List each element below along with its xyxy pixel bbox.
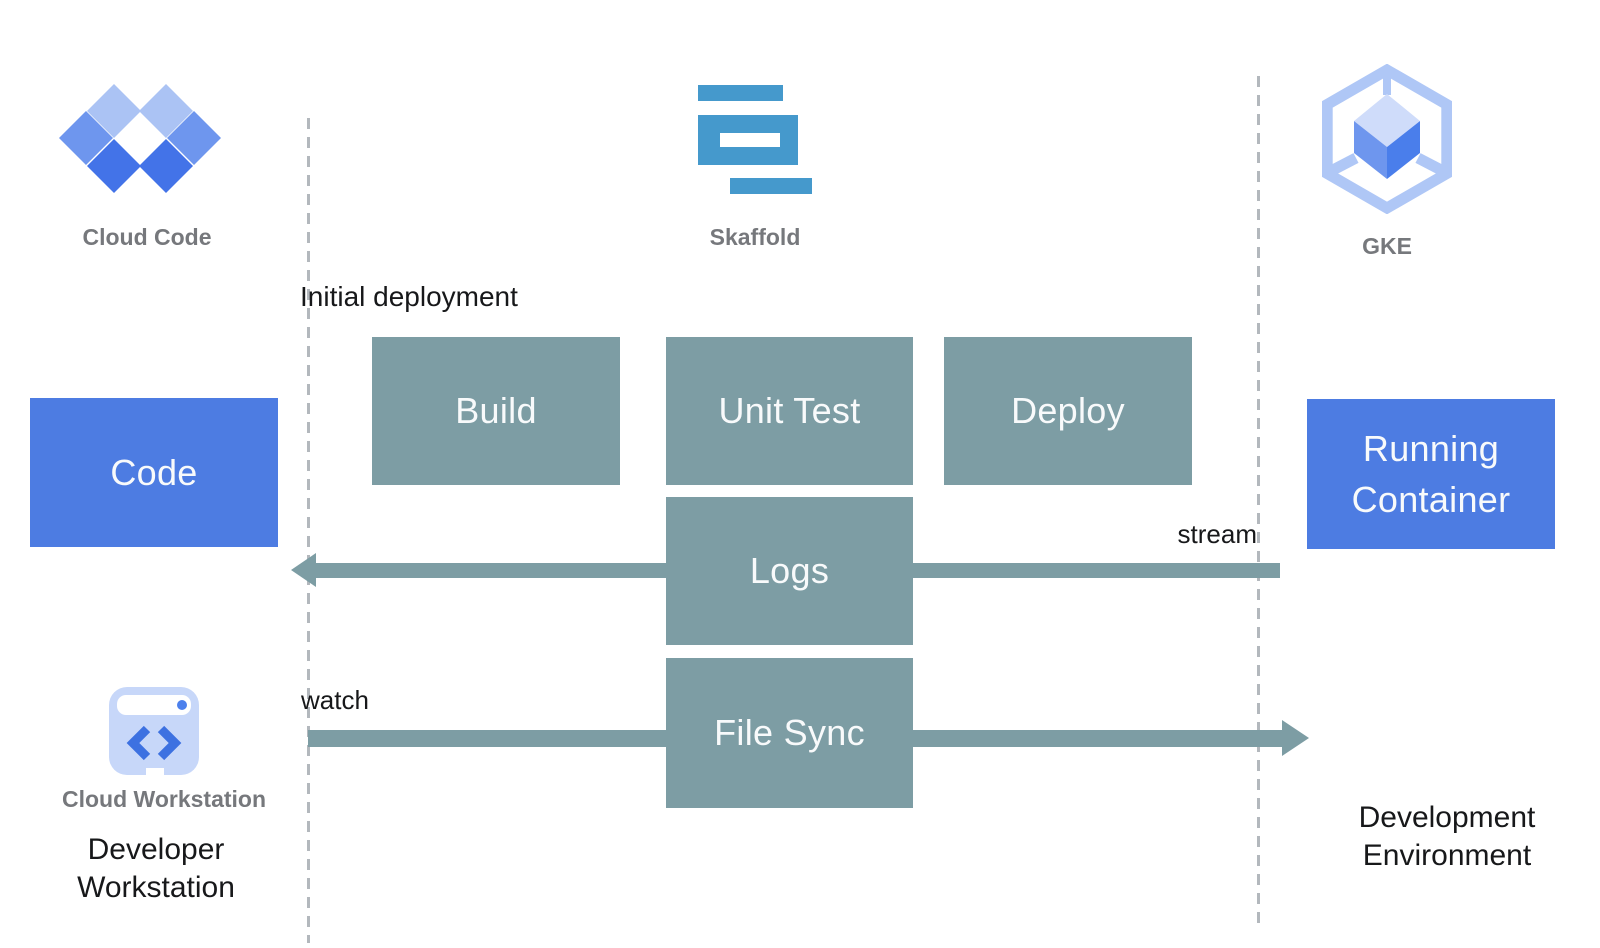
skaffold-label: Skaffold bbox=[710, 224, 801, 251]
watch-label: watch bbox=[301, 685, 369, 716]
unit-test-node: Unit Test bbox=[666, 337, 913, 485]
file-sync-arrowhead-right bbox=[1282, 720, 1309, 756]
cloud-workstation-icon bbox=[106, 684, 202, 778]
cloud-code-icon bbox=[58, 82, 222, 194]
cloud-code-label: Cloud Code bbox=[82, 224, 211, 251]
development-environment-label: Development Environment bbox=[1297, 799, 1597, 875]
running-container-node: Running Container bbox=[1307, 399, 1555, 549]
skaffold-icon bbox=[698, 85, 813, 195]
stream-label: stream bbox=[1178, 519, 1257, 550]
logs-stream-arrowhead-left bbox=[291, 553, 316, 587]
initial-deployment-label: Initial deployment bbox=[300, 281, 518, 313]
diagram-canvas: Cloud Code Skaffold GKE Cloud Workstatio… bbox=[0, 0, 1600, 948]
developer-workstation-label: Developer Workstation bbox=[16, 831, 296, 907]
gke-label: GKE bbox=[1362, 233, 1412, 260]
dashed-separator-right bbox=[1257, 76, 1260, 925]
dashed-separator-left bbox=[307, 118, 310, 943]
file-sync-node: File Sync bbox=[666, 658, 913, 808]
code-node: Code bbox=[30, 398, 278, 547]
cloud-workstation-label: Cloud Workstation bbox=[62, 786, 266, 813]
build-node: Build bbox=[372, 337, 620, 485]
deploy-node: Deploy bbox=[944, 337, 1192, 485]
gke-icon bbox=[1322, 64, 1452, 214]
logs-node: Logs bbox=[666, 497, 913, 645]
